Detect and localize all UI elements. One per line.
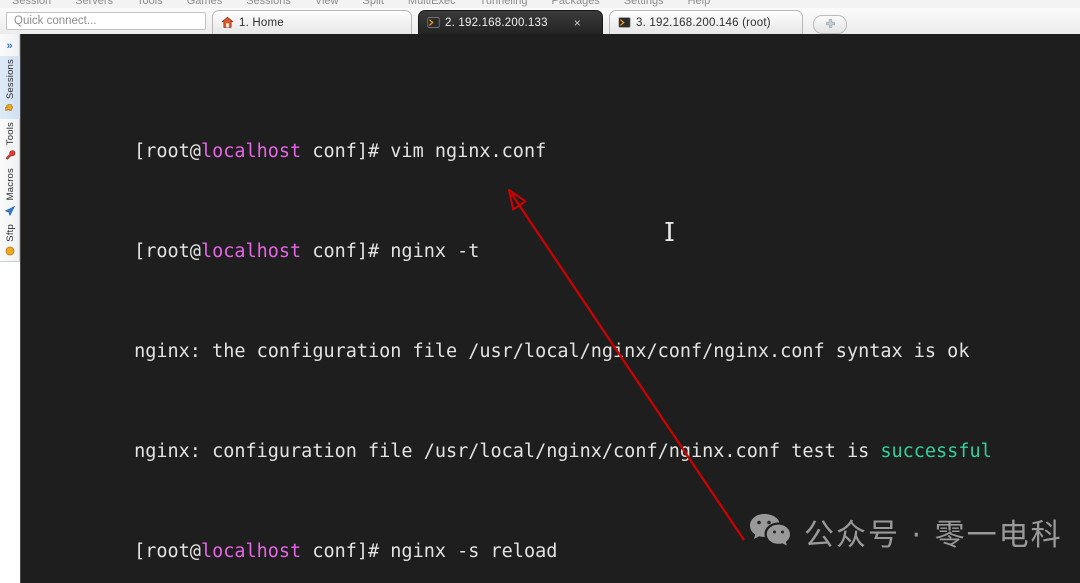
sidebar-expand-icon[interactable]: » — [0, 36, 19, 56]
terminal-line: [root@localhost conf]# vim nginx.conf — [45, 114, 1080, 162]
new-tab-button[interactable] — [813, 15, 847, 34]
prompt-prefix: [root@ — [134, 541, 201, 562]
sidebar-item-sftp[interactable]: Sftp — [0, 221, 20, 262]
menu-item-multiexec[interactable]: MultiExec — [396, 0, 468, 7]
menu-item-tunneling[interactable]: Tunneling — [468, 0, 540, 7]
sidebar-item-tools-label: Tools — [4, 122, 16, 146]
folder-icon — [4, 244, 16, 256]
sidebar-item-tools[interactable]: Tools — [0, 119, 20, 165]
output-text: nginx: configuration file /usr/local/ngi… — [134, 441, 881, 462]
menu-item-tools[interactable]: Tools — [125, 0, 175, 7]
tab-192-168-200-133[interactable]: 2. 192.168.200.133 × — [418, 10, 603, 34]
paper-plane-icon — [4, 204, 16, 216]
tab-192-168-200-146-root[interactable]: 3. 192.168.200.146 (root) — [609, 10, 803, 34]
prompt-prefix: [root@ — [134, 241, 201, 262]
terminal-icon — [427, 16, 440, 29]
terminal-output: [root@localhost conf]# vim nginx.conf [r… — [21, 34, 1080, 583]
output-text: nginx: the configuration file /usr/local… — [134, 341, 970, 362]
menu-item-session[interactable]: Session — [0, 0, 63, 7]
command-text: conf]# nginx -s reload — [301, 541, 558, 562]
prompt-host: localhost — [200, 141, 302, 162]
quick-connect-input[interactable]: Quick connect... — [6, 12, 206, 30]
terminal-line: nginx: the configuration file /usr/local… — [45, 314, 1080, 362]
menu-item-view[interactable]: View — [303, 0, 351, 7]
menu-bar: Session Servers Tools Games Sessions Vie… — [0, 0, 1080, 8]
watermark-text: 公众号 · 零一电科 — [804, 518, 1063, 553]
menu-item-help[interactable]: Help — [676, 0, 723, 7]
watermark: 公众号 · 零一电科 — [748, 510, 1063, 554]
tab-close-icon[interactable]: × — [574, 17, 581, 29]
tab-strip: 1. Home 2. 192.168.200.133 × 3. 192.168.… — [212, 8, 847, 34]
wrench-icon — [4, 148, 16, 161]
terminal-line: [root@localhost conf]# nginx -t — [45, 214, 1080, 262]
sidebar-panel: » Sessions Tools Macros Sftp — [0, 34, 20, 263]
command-text: conf]# vim nginx.conf — [301, 141, 547, 162]
terminal-line: nginx: configuration file /usr/local/ngi… — [45, 414, 1080, 462]
home-icon — [221, 16, 234, 29]
menu-item-sessions[interactable]: Sessions — [234, 0, 303, 7]
wechat-icon — [748, 511, 792, 554]
prompt-host: localhost — [200, 541, 302, 562]
terminal-pane[interactable]: [root@localhost conf]# vim nginx.conf [r… — [20, 34, 1080, 583]
command-text: conf]# nginx -t — [301, 241, 480, 262]
sidebar-item-sftp-label: Sftp — [4, 223, 16, 242]
tab-192-168-200-133-label: 2. 192.168.200.133 — [445, 16, 548, 29]
menu-item-servers[interactable]: Servers — [63, 0, 125, 7]
puzzle-icon — [4, 102, 16, 114]
output-status-success: successful — [880, 441, 992, 462]
sidebar-item-macros[interactable]: Macros — [0, 165, 20, 220]
quick-connect-placeholder: Quick connect... — [14, 15, 97, 27]
tab-home-label: 1. Home — [239, 16, 284, 29]
tab-home[interactable]: 1. Home — [212, 10, 412, 34]
app-window: Session Servers Tools Games Sessions Vie… — [0, 0, 1080, 583]
menu-item-split[interactable]: Split — [351, 0, 396, 7]
terminal-icon — [618, 16, 631, 29]
tab-192-168-200-146-root-label: 3. 192.168.200.146 (root) — [636, 16, 771, 29]
sidebar-item-sessions-label: Sessions — [4, 59, 16, 100]
sidebar-item-sessions[interactable]: Sessions — [0, 56, 20, 120]
prompt-host: localhost — [200, 241, 302, 262]
mouse-ibeam-cursor — [665, 222, 674, 241]
menu-item-games[interactable]: Games — [175, 0, 234, 7]
prompt-prefix: [root@ — [134, 141, 201, 162]
menu-item-packages[interactable]: Packages — [540, 0, 612, 7]
menu-item-settings[interactable]: Settings — [612, 0, 676, 7]
plus-icon — [825, 16, 836, 34]
sidebar-item-macros-label: Macros — [4, 168, 16, 201]
left-sidebar: » Sessions Tools Macros Sftp — [0, 34, 20, 583]
